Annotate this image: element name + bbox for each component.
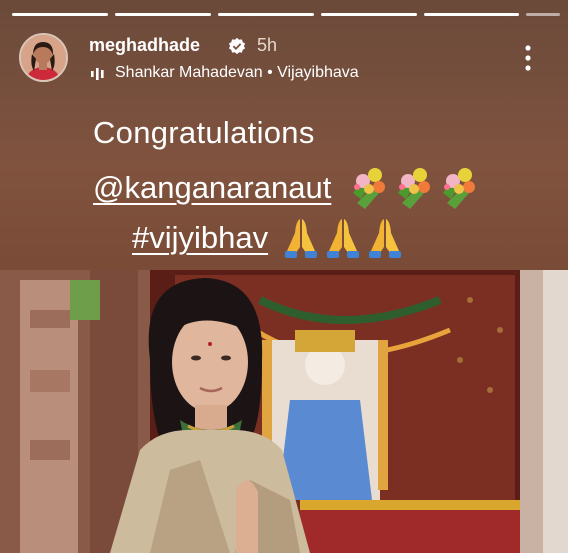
caption-text: Congratulations xyxy=(93,115,315,150)
bouquet-emoji-icon xyxy=(353,168,475,209)
more-vertical-icon[interactable] xyxy=(522,44,534,72)
folded-hands-emoji-icon xyxy=(285,219,401,258)
username[interactable]: meghadhade xyxy=(89,35,200,56)
progress-segment xyxy=(217,13,314,16)
story-progress-bar xyxy=(12,13,561,16)
progress-segment xyxy=(423,13,520,16)
progress-segment xyxy=(114,13,211,16)
verified-badge-icon xyxy=(228,37,246,55)
music-bars-icon xyxy=(91,68,104,80)
story-viewer[interactable]: meghadhade 5h Shankar Mahadevan • Vijayi… xyxy=(0,0,568,553)
post-time: 5h xyxy=(257,35,278,55)
progress-segment xyxy=(320,13,417,16)
progress-segment xyxy=(526,13,561,16)
hashtag-link[interactable]: #vijyibhav xyxy=(132,220,268,256)
progress-segment xyxy=(12,13,108,16)
story-photo xyxy=(0,270,568,553)
avatar[interactable] xyxy=(19,33,68,82)
music-track[interactable]: Shankar Mahadevan • Vijayibhava xyxy=(115,64,359,82)
mention-link[interactable]: @kanganaranaut xyxy=(93,170,331,206)
